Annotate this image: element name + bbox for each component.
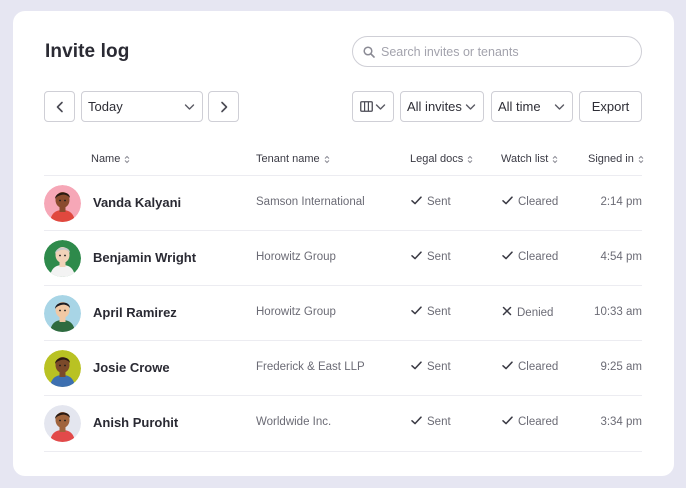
chevron-down-icon xyxy=(375,103,386,110)
date-select-value: Today xyxy=(88,99,123,114)
column-header-name[interactable]: Name xyxy=(91,153,130,165)
check-icon xyxy=(411,251,422,263)
columns-icon xyxy=(360,101,373,112)
watch-list-label: Cleared xyxy=(518,251,559,263)
tenant-name: Josie Crowe xyxy=(93,360,170,375)
columns-button[interactable] xyxy=(352,91,394,122)
tenant-name: Anish Purohit xyxy=(93,415,179,430)
check-icon xyxy=(411,416,422,428)
prev-day-button[interactable] xyxy=(44,91,75,122)
column-header-label: Tenant name xyxy=(256,153,320,165)
watch-list-status: Denied xyxy=(502,306,553,319)
legal-docs-status: Sent xyxy=(411,306,451,318)
check-icon xyxy=(411,361,422,373)
watch-list-label: Cleared xyxy=(518,196,559,208)
tenant-company: Horowitz Group xyxy=(256,251,336,263)
search-input[interactable] xyxy=(381,44,621,59)
signed-in-time: 9:25 am xyxy=(600,361,642,373)
table-row[interactable]: Vanda Kalyani Samson International Sent … xyxy=(44,175,642,230)
watch-list-label: Cleared xyxy=(518,361,559,373)
column-header-label: Watch list xyxy=(501,153,549,165)
legal-docs-label: Sent xyxy=(427,416,451,428)
export-button[interactable]: Export xyxy=(579,91,642,122)
avatar xyxy=(44,240,81,277)
tenant-company: Horowitz Group xyxy=(256,306,336,318)
avatar xyxy=(44,405,81,442)
check-icon xyxy=(502,196,513,208)
date-select[interactable]: Today xyxy=(81,91,203,122)
sort-icon xyxy=(324,155,329,163)
watch-list-status: Cleared xyxy=(502,251,558,263)
tenant-name: Vanda Kalyani xyxy=(93,195,182,210)
avatar xyxy=(44,295,81,332)
signed-in-time: 10:33 am xyxy=(594,306,642,318)
watch-list-status: Cleared xyxy=(502,416,558,428)
sort-icon xyxy=(638,155,644,163)
legal-docs-label: Sent xyxy=(427,361,451,373)
table-row[interactable]: Benjamin Wright Horowitz Group Sent Clea… xyxy=(44,230,642,285)
legal-docs-status: Sent xyxy=(411,251,451,263)
column-header-label: Signed in xyxy=(588,153,634,165)
chevron-down-icon xyxy=(465,103,476,110)
search-icon xyxy=(363,45,375,58)
search-box[interactable] xyxy=(352,36,642,67)
signed-in-time: 4:54 pm xyxy=(600,251,642,263)
table-row[interactable]: Josie Crowe Frederick & East LLP Sent Cl… xyxy=(44,340,642,395)
legal-docs-label: Sent xyxy=(427,196,451,208)
tenant-company: Samson International xyxy=(256,196,365,208)
column-header-label: Name xyxy=(91,153,121,165)
column-header-tenant[interactable]: Tenant name xyxy=(256,153,330,165)
check-icon xyxy=(411,196,422,208)
column-header-legal[interactable]: Legal docs xyxy=(410,153,473,165)
signed-in-time: 2:14 pm xyxy=(600,196,642,208)
tenant-company: Worldwide Inc. xyxy=(256,416,332,428)
page-title: Invite log xyxy=(45,41,130,62)
legal-docs-status: Sent xyxy=(411,416,451,428)
watch-list-label: Denied xyxy=(517,306,554,319)
check-icon xyxy=(502,361,513,373)
chevron-left-icon xyxy=(56,101,63,112)
time-range-value: All time xyxy=(498,99,541,114)
tenant-name: Benjamin Wright xyxy=(93,250,197,265)
check-icon xyxy=(411,306,422,318)
table-bottom-divider xyxy=(44,451,642,452)
export-label: Export xyxy=(591,99,630,114)
time-range-select[interactable]: All time xyxy=(491,91,573,122)
sort-icon xyxy=(552,155,558,163)
tenant-company: Frederick & East LLP xyxy=(256,361,365,373)
legal-docs-status: Sent xyxy=(411,361,451,373)
table-row[interactable]: Anish Purohit Worldwide Inc. Sent Cleare… xyxy=(44,395,642,450)
table-row[interactable]: April Ramirez Horowitz Group Sent Denied… xyxy=(44,285,642,340)
check-icon xyxy=(502,251,513,263)
chevron-down-icon xyxy=(554,103,565,110)
invite-type-value: All invites xyxy=(407,99,462,114)
column-header-label: Legal docs xyxy=(410,153,464,165)
legal-docs-label: Sent xyxy=(427,306,451,318)
sort-icon xyxy=(467,155,473,163)
avatar xyxy=(44,350,81,387)
signed-in-time: 3:34 pm xyxy=(600,416,642,428)
invite-log-card: Invite log Today All i xyxy=(13,11,674,476)
tenant-name: April Ramirez xyxy=(93,305,177,320)
x-icon xyxy=(502,306,512,319)
sort-icon xyxy=(124,155,130,163)
check-icon xyxy=(502,416,513,428)
legal-docs-status: Sent xyxy=(411,196,451,208)
avatar xyxy=(44,185,81,222)
chevron-right-icon xyxy=(220,101,227,112)
watch-list-status: Cleared xyxy=(502,361,558,373)
column-header-signed[interactable]: Signed in xyxy=(588,153,644,165)
watch-list-status: Cleared xyxy=(502,196,558,208)
next-day-button[interactable] xyxy=(208,91,239,122)
column-header-watch[interactable]: Watch list xyxy=(501,153,558,165)
watch-list-label: Cleared xyxy=(518,416,559,428)
chevron-down-icon xyxy=(184,103,195,110)
legal-docs-label: Sent xyxy=(427,251,451,263)
invite-type-select[interactable]: All invites xyxy=(400,91,484,122)
